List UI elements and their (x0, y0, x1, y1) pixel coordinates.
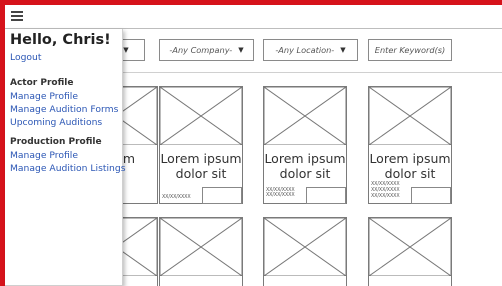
card-date: XX/XX/XXXX (371, 194, 400, 199)
card-action-button[interactable] (202, 187, 242, 204)
production-profile-heading: Production Profile (10, 137, 102, 147)
card-title: Lorem ipsum dolor sit (264, 151, 346, 181)
placeholder-image (160, 218, 242, 276)
placeholder-image (369, 218, 451, 276)
placeholder-image (264, 218, 346, 276)
card-title-line2: dolor sit (175, 166, 227, 181)
logout-link[interactable]: Logout (10, 52, 41, 63)
card-date: XX/XX/XXXX (162, 195, 191, 200)
company-filter-select[interactable]: -Any Company- ▼ (159, 39, 254, 61)
actor-manage-profile-link[interactable]: Manage Profile (10, 91, 78, 102)
card-title-line1: Lorem ipsum (160, 151, 242, 166)
chevron-down-icon: ▼ (123, 46, 129, 54)
placeholder-image (369, 87, 451, 145)
card-action-button[interactable] (411, 187, 451, 204)
audition-card[interactable]: Lorem ipsum dolor sit XX/XX/XXXX XX/XX/X… (263, 86, 347, 204)
placeholder-image (160, 87, 242, 145)
chevron-down-icon: ▼ (340, 46, 346, 54)
card-date: XX/XX/XXXX (266, 193, 295, 198)
keyword-placeholder: Enter Keyword(s) (374, 45, 446, 55)
production-manage-profile-link[interactable]: Manage Profile (10, 150, 78, 161)
card-date: XX/XX/XXXX (371, 188, 400, 193)
audition-card[interactable]: Lorem ipsum dolor sit XX/XX/XXXX XX/XX/X… (368, 86, 452, 204)
card-title-line2: dolor sit (384, 166, 436, 181)
app-frame: e- ▼ -Any Company- ▼ -Any Location- ▼ En… (0, 0, 502, 286)
manage-audition-listings-link[interactable]: Manage Audition Listings (10, 163, 125, 174)
audition-card[interactable]: Lorem ipsum dolor sit XX/XX/XXXX (159, 86, 243, 204)
side-drawer-menu: Hello, Chris! Logout Actor Profile Manag… (5, 29, 125, 286)
card-title-line2: dolor sit (279, 166, 331, 181)
upcoming-auditions-link[interactable]: Upcoming Auditions (10, 117, 102, 128)
manage-audition-forms-link[interactable]: Manage Audition Forms (10, 104, 118, 115)
card-title-line1: Lorem ipsum (369, 151, 451, 166)
location-filter-select[interactable]: -Any Location- ▼ (263, 39, 358, 61)
company-filter-label: -Any Company- (169, 45, 233, 55)
audition-card[interactable] (159, 217, 243, 286)
placeholder-image (264, 87, 346, 145)
card-action-button[interactable] (306, 187, 346, 204)
chevron-down-icon: ▼ (238, 46, 244, 54)
greeting: Hello, Chris! (10, 32, 111, 48)
card-date: XX/XX/XXXX (371, 182, 400, 187)
keyword-search-input[interactable]: Enter Keyword(s) (368, 39, 452, 61)
hamburger-icon[interactable] (11, 11, 23, 21)
location-filter-label: -Any Location- (275, 45, 335, 55)
card-title-line1: Lorem ipsum (264, 151, 346, 166)
actor-profile-heading: Actor Profile (10, 78, 74, 88)
audition-card[interactable] (368, 217, 452, 286)
card-title: Lorem ipsum dolor sit (160, 151, 242, 181)
top-bar (5, 5, 502, 29)
card-title: Lorem ipsum dolor sit (369, 151, 451, 181)
audition-card[interactable] (263, 217, 347, 286)
